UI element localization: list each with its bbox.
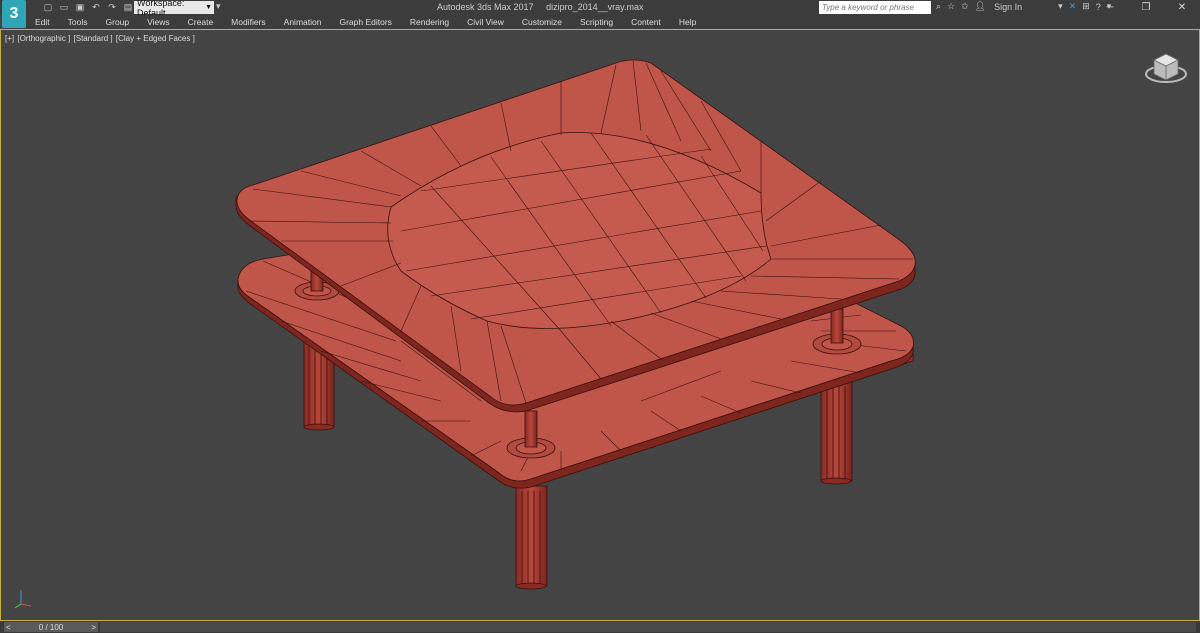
window-controls: ─ ❐ ✕	[1092, 0, 1200, 15]
app-title: Autodesk 3ds Max 2017	[437, 2, 534, 12]
menu-rendering[interactable]: Rendering	[401, 17, 458, 27]
menu-edit[interactable]: Edit	[26, 17, 59, 27]
menu-bar: Edit Tools Group Views Create Modifiers …	[26, 15, 1200, 29]
quick-access-toolbar: ▢ ▭ ▣ ↶ ↷ ▤	[30, 1, 134, 13]
table-leg-front	[515, 485, 548, 590]
timeline-track[interactable]	[100, 622, 1196, 632]
user-icon[interactable]: 👤︎	[975, 1, 986, 12]
workspace-dropdown[interactable]: Workspace: Default ▼	[134, 0, 214, 18]
menu-animation[interactable]: Animation	[275, 17, 331, 27]
window-title: Autodesk 3ds Max 2017 dizipro_2014__vray…	[437, 2, 643, 12]
axis-tripod-icon	[14, 590, 32, 609]
chevron-down-icon[interactable]: ▾	[1058, 1, 1063, 12]
close-icon[interactable]: ✕	[1164, 0, 1200, 15]
favorites-icon[interactable]: ✩	[961, 1, 969, 12]
menu-customize[interactable]: Customize	[513, 17, 571, 27]
time-slider[interactable]: < 0 / 100 >	[4, 622, 98, 632]
project-folder-icon[interactable]: ▤	[122, 1, 134, 13]
redo-icon[interactable]: ↷	[106, 1, 118, 13]
chevron-down-icon: ▼	[205, 4, 212, 11]
save-icon[interactable]: ▣	[74, 1, 86, 13]
table-3d-model[interactable]	[1, 30, 1199, 620]
star-icon[interactable]: ☆	[947, 1, 955, 12]
search-input[interactable]: Type a keyword or phrase	[819, 1, 931, 14]
app-logo[interactable]: 3	[2, 0, 26, 28]
exchange-icon[interactable]: ✕	[1069, 1, 1077, 12]
table-leg-back-right	[820, 380, 853, 485]
customize-toolbar-icon[interactable]: ▾	[216, 1, 226, 14]
frame-counter: 0 / 100	[38, 622, 64, 632]
menu-create[interactable]: Create	[179, 17, 223, 27]
title-bar: 3 ▢ ▭ ▣ ↶ ↷ ▤ Workspace: Default ▼ ▾ Aut…	[0, 0, 1200, 28]
viewcube-icon[interactable]	[1144, 50, 1188, 86]
menu-tools[interactable]: Tools	[59, 17, 97, 27]
sign-in-link[interactable]: Sign In	[994, 2, 1022, 12]
menu-modifiers[interactable]: Modifiers	[222, 17, 274, 27]
infocenter-toolbar: ⌕ ☆ ✩ 👤︎ Sign In ▾ ✕ ⊞ ? ▾	[936, 1, 1111, 12]
menu-civil-view[interactable]: Civil View	[458, 17, 513, 27]
menu-views[interactable]: Views	[138, 17, 179, 27]
open-icon[interactable]: ▭	[58, 1, 70, 13]
binoculars-icon[interactable]: ⌕	[936, 1, 941, 12]
viewport-perspective[interactable]: [+] [Orthographic ] [Standard ] [Clay + …	[0, 29, 1200, 621]
menu-group[interactable]: Group	[97, 17, 139, 27]
restore-icon[interactable]: ❐	[1128, 0, 1164, 15]
undo-icon[interactable]: ↶	[90, 1, 102, 13]
cart-icon[interactable]: ⊞	[1082, 1, 1090, 12]
time-slider-bar: < 0 / 100 >	[0, 621, 1200, 633]
next-frame-button[interactable]: >	[91, 623, 96, 632]
menu-graph-editors[interactable]: Graph Editors	[330, 17, 400, 27]
menu-help[interactable]: Help	[670, 17, 705, 27]
minimize-icon[interactable]: ─	[1092, 0, 1128, 15]
new-file-icon[interactable]: ▢	[42, 1, 54, 13]
file-name: dizipro_2014__vray.max	[546, 2, 644, 12]
menu-scripting[interactable]: Scripting	[571, 17, 622, 27]
menu-content[interactable]: Content	[622, 17, 670, 27]
